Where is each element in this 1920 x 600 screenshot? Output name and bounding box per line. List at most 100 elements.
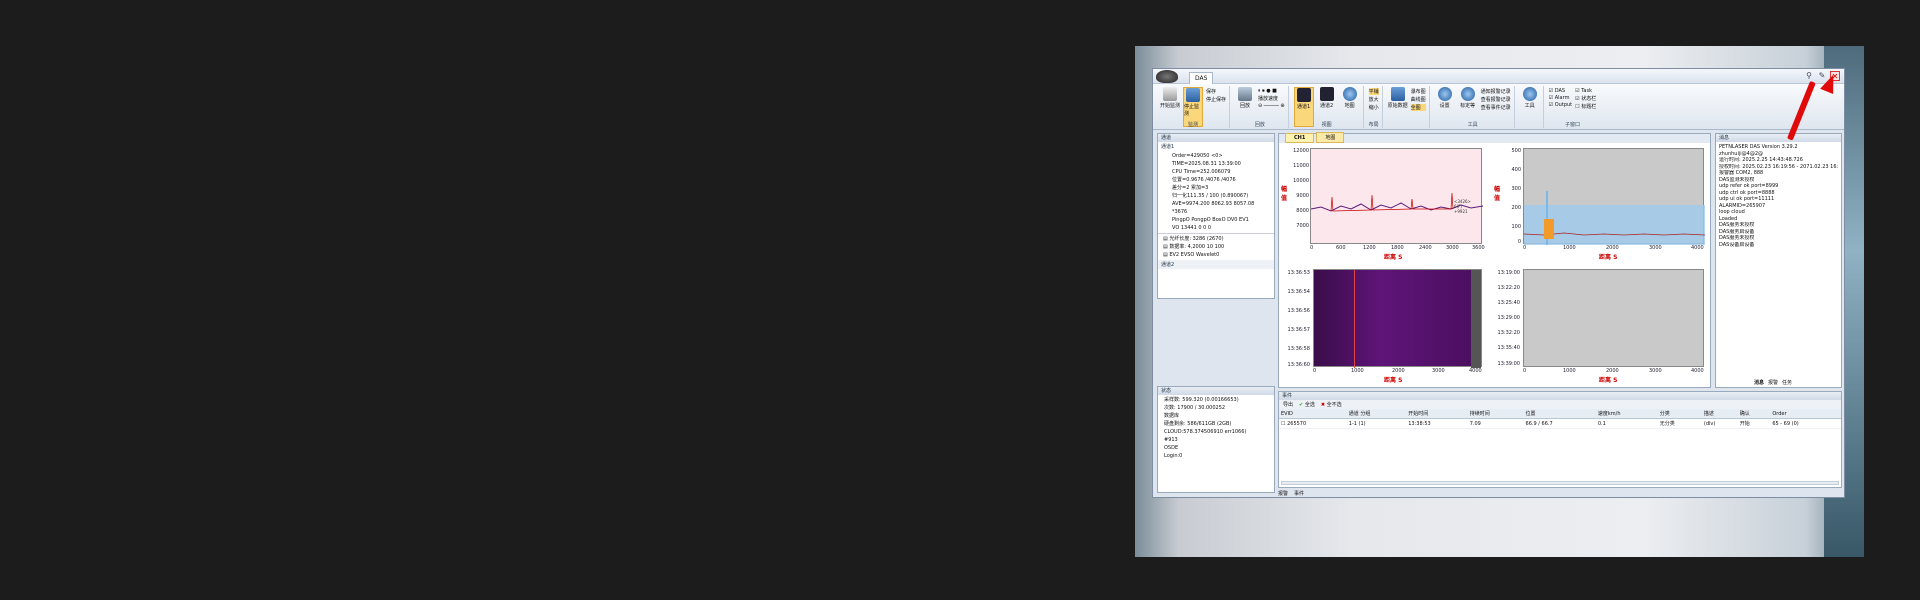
check-output[interactable]: ☑ Output bbox=[1549, 102, 1572, 108]
tile-button[interactable]: 平铺 bbox=[1368, 88, 1379, 95]
tab-tasks[interactable]: 任务 bbox=[1782, 379, 1792, 386]
tab-messages[interactable]: 消息 bbox=[1754, 379, 1764, 386]
pane-header: 通道 bbox=[1158, 134, 1274, 142]
export-button[interactable]: 导出 bbox=[1283, 401, 1293, 408]
group-label: 视图 bbox=[1321, 122, 1332, 128]
ribbon-group-data: 原始数据 瀑布图 曲线图 全图 bbox=[1385, 86, 1430, 128]
tab-event-bottom[interactable]: 事件 bbox=[1294, 490, 1304, 497]
log-line: DAS设备启设备 bbox=[1719, 241, 1755, 248]
group-label: 回放 bbox=[1254, 122, 1265, 128]
ribbon-group-view: 通道1 通道2 地图 视图 bbox=[1291, 86, 1364, 128]
zoom-out-button[interactable]: 缩小 bbox=[1369, 104, 1379, 111]
column-header[interactable]: 位置 bbox=[1523, 409, 1596, 419]
tick-label: 4000 bbox=[1691, 245, 1704, 251]
list-item[interactable]: ▤ EV2 EVSO Wavelet0 bbox=[1163, 251, 1260, 259]
gear-icon bbox=[1522, 87, 1537, 101]
detail-line: PingpO PongpO BoxO DV0 EV1 bbox=[1172, 217, 1249, 223]
plot3-area[interactable] bbox=[1313, 269, 1482, 368]
plot4-area[interactable] bbox=[1523, 269, 1704, 367]
tick-label: 13:19:00 bbox=[1497, 270, 1520, 276]
column-header[interactable]: 确认 bbox=[1737, 409, 1771, 419]
status-line: 硬盘剩余: 586/611GB (2GB) bbox=[1164, 421, 1232, 427]
tick-label: 13:36:54 bbox=[1287, 289, 1310, 295]
column-header[interactable]: EVID bbox=[1279, 409, 1347, 419]
detail-line: TIME=2025.08.31 13:39:00 bbox=[1172, 161, 1241, 167]
tick-label: 1000 bbox=[1563, 368, 1576, 374]
tick-label: 3000 bbox=[1649, 245, 1662, 251]
column-header[interactable]: 通道 分组 bbox=[1346, 409, 1407, 419]
horizontal-scrollbar[interactable] bbox=[1281, 481, 1839, 485]
curve-button[interactable]: 曲线图 bbox=[1411, 96, 1426, 103]
select-all-button[interactable]: ✔ 全选 bbox=[1299, 401, 1315, 408]
column-header[interactable]: 持续时间 bbox=[1467, 409, 1524, 419]
tick-label: 3000 bbox=[1649, 368, 1662, 374]
message-log-pane: 消息 PETNLASER DAS Version 3.29.2 zhunhuij… bbox=[1715, 133, 1842, 388]
raw-data-button[interactable]: 原始数据 bbox=[1388, 87, 1408, 127]
tab-alarms[interactable]: 报警 bbox=[1768, 379, 1778, 386]
ribbon-group-playback: 回放 ⏸ ⏹ ● ■ 播放速度 ⊖ ───── ⊕ 回放 bbox=[1232, 86, 1289, 128]
list-item[interactable]: ▤ 数据率: 4,2000 10 100 bbox=[1163, 243, 1260, 251]
events-header: 事件 bbox=[1279, 392, 1841, 400]
tick-label: 1000 bbox=[1351, 368, 1364, 374]
tools-button[interactable]: 工具 bbox=[1520, 87, 1540, 127]
plot2-svg bbox=[1523, 191, 1706, 245]
ribbon-tab-das[interactable]: DAS bbox=[1189, 72, 1214, 84]
notify-alarm-record-button[interactable]: 通知报警记录 bbox=[1481, 88, 1511, 95]
tick-label: 1200 bbox=[1363, 245, 1376, 251]
tick-label: 600 bbox=[1336, 245, 1346, 251]
waterfall-button[interactable]: 瀑布图 bbox=[1411, 88, 1426, 95]
bottom-tabs: 报警 事件 bbox=[1278, 490, 1304, 497]
tick-label: 0 bbox=[1517, 239, 1521, 245]
check-statusbar[interactable]: ☑ 状态栏 bbox=[1575, 95, 1596, 102]
left-panel: 通道 通道1 Order=429050 <0> TIME=2025.08.31 … bbox=[1157, 133, 1275, 493]
select-none-button[interactable]: ✖ 全不选 bbox=[1321, 401, 1342, 408]
tab-ch1[interactable]: CH1 bbox=[1285, 133, 1315, 143]
section1-title: 通道1 bbox=[1161, 144, 1175, 150]
user-icon[interactable]: ⚲ bbox=[1804, 71, 1814, 81]
list-item[interactable]: ▤ 光纤长度: 3286 (2670) bbox=[1163, 235, 1260, 243]
check-das[interactable]: ☑ DAS bbox=[1549, 88, 1572, 94]
detail-line: 差分=2 累加=3 bbox=[1172, 185, 1209, 191]
channel1-details: Order=429050 <0> TIME=2025.08.31 13:39:0… bbox=[1158, 151, 1274, 233]
check-task[interactable]: ☑ Task bbox=[1575, 88, 1596, 94]
tick-label: 13:36:56 bbox=[1287, 308, 1310, 314]
full-view-button[interactable]: 全图 bbox=[1410, 104, 1426, 111]
tab-map[interactable]: 地图 bbox=[1316, 132, 1345, 143]
tick-label: 13:36:58 bbox=[1287, 346, 1310, 352]
stop-save-button[interactable]: 停止保存 bbox=[1206, 96, 1226, 103]
status-line: OSDE bbox=[1164, 445, 1179, 451]
save-button[interactable]: 保存 bbox=[1206, 88, 1226, 95]
check-alarm[interactable]: ☑ Alarm bbox=[1549, 95, 1572, 101]
speed-slider[interactable]: ⊖ ───── ⊕ bbox=[1258, 103, 1285, 109]
plot2-area[interactable] bbox=[1523, 148, 1706, 245]
tick-label: 2000 bbox=[1606, 245, 1619, 251]
tick-label: 13:35:40 bbox=[1497, 345, 1520, 351]
column-header[interactable]: 开始时间 bbox=[1406, 409, 1468, 419]
detail-line: CPU Time=252.006079 bbox=[1172, 169, 1231, 175]
zoom-in-button[interactable]: 放大 bbox=[1369, 96, 1379, 103]
column-header[interactable]: Order bbox=[1770, 409, 1841, 419]
plot1-area[interactable] bbox=[1310, 148, 1484, 244]
table-row[interactable]: ☐ 265570 1-1 (1) 13:38:53 7.09 66.9 / 66… bbox=[1279, 418, 1841, 429]
column-header[interactable]: 描述 bbox=[1701, 409, 1738, 419]
media-controls-icon[interactable]: ⏸ ⏹ ● ■ bbox=[1258, 88, 1285, 94]
ribbon-group-tools: 设置 标定等 通知报警记录 查看报警记录 查看事件记录 工具 bbox=[1432, 86, 1515, 128]
group-label: 监测 bbox=[1188, 122, 1199, 128]
tick-label: 13:32:20 bbox=[1497, 330, 1520, 336]
tick-label: 13:36:53 bbox=[1287, 270, 1310, 276]
view-alarm-record-button[interactable]: 查看报警记录 bbox=[1481, 96, 1511, 103]
status-line: 采样数: 599.320 (0.00166653) bbox=[1164, 397, 1239, 403]
check-titlebar[interactable]: ☐ 标题栏 bbox=[1575, 103, 1596, 110]
tick-label: 0 bbox=[1313, 368, 1317, 374]
status-line: Login:0 bbox=[1164, 453, 1183, 459]
view-event-record-button[interactable]: 查看事件记录 bbox=[1481, 104, 1511, 111]
column-header[interactable]: 速度km/h bbox=[1595, 409, 1658, 419]
gear-icon bbox=[1342, 87, 1357, 101]
tab-alarm-bottom[interactable]: 报警 bbox=[1278, 490, 1288, 497]
plot1-svg bbox=[1310, 192, 1484, 212]
ribbon-group-tool2: 工具 bbox=[1517, 86, 1544, 128]
column-header[interactable]: 分类 bbox=[1657, 409, 1702, 419]
app-orb-icon[interactable] bbox=[1156, 70, 1178, 83]
tick-label: 1800 bbox=[1391, 245, 1404, 251]
plot2-x-name: 距离 S bbox=[1599, 254, 1618, 261]
